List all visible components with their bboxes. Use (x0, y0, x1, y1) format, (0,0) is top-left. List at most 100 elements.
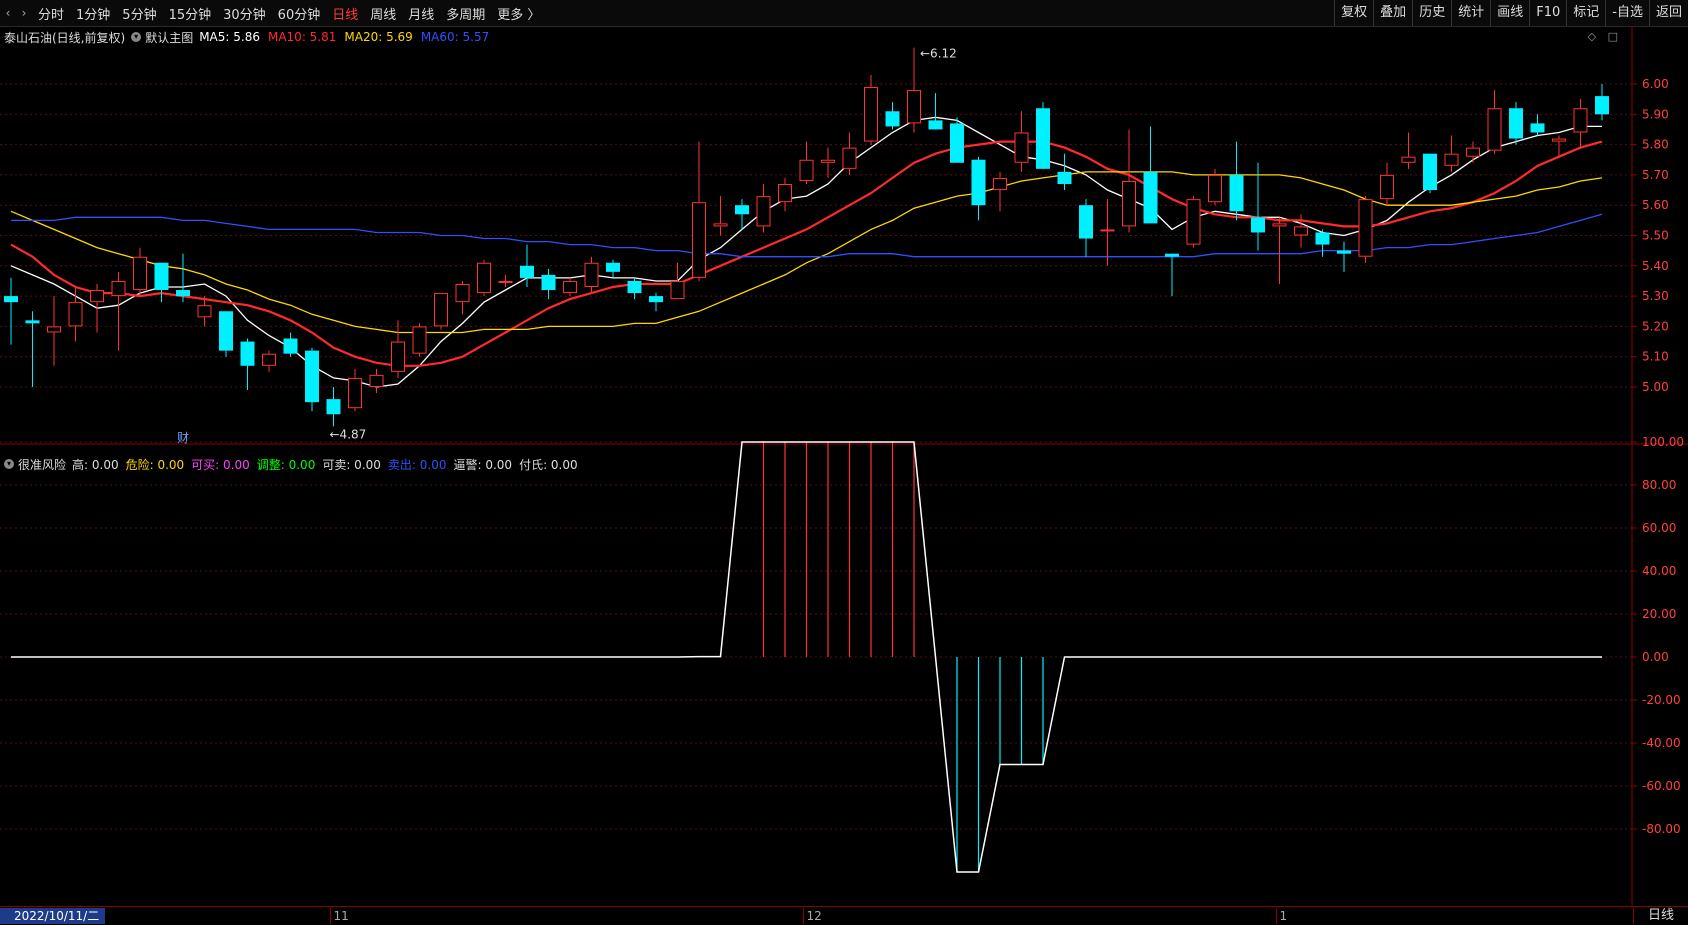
toolbar-button-7[interactable]: -自选 (1605, 0, 1649, 26)
period-tabs: ‹ › 分时 1分钟 5分钟 15分钟 30分钟 60分钟 日线 周线 月线 多周期 更多 〉 (0, 0, 546, 26)
toolbar-button-2[interactable]: 历史 (1412, 0, 1451, 26)
candle-body (1036, 108, 1050, 169)
indicator-tick-label: 80.00 (1642, 478, 1676, 492)
chevron-right-icon[interactable]: › (16, 6, 32, 20)
candle (1530, 114, 1545, 136)
time-axis: 2022/10/11/二 11 12 1 日线 (0, 906, 1688, 925)
indicator-grid (0, 441, 1632, 830)
candle (219, 311, 233, 357)
candle-body (262, 353, 276, 366)
candle (1036, 102, 1050, 169)
toolbar-button-8[interactable]: 返回 (1648, 0, 1688, 26)
candle-body (1552, 138, 1566, 142)
price-tick-label: 5.90 (1642, 107, 1669, 121)
candle-body (133, 256, 147, 291)
candle (1337, 241, 1351, 272)
month-tick-label: 1 (1275, 908, 1287, 924)
candle-body (305, 350, 319, 403)
candle (1014, 111, 1029, 172)
candle (369, 368, 384, 394)
tab-period-10[interactable]: 更多 〉 (491, 4, 546, 23)
candle (950, 117, 964, 163)
indicator-tick-label: 100.00 (1642, 435, 1684, 449)
candle (1100, 199, 1115, 266)
cursor-date: 2022/10/11/二 (0, 908, 106, 924)
candle (391, 320, 405, 378)
price-tick-label: 5.40 (1642, 259, 1669, 273)
candle-body (176, 290, 190, 297)
tab-period-7[interactable]: 周线 (364, 4, 402, 23)
candle-body (756, 196, 771, 227)
candle (1315, 229, 1330, 257)
candle (864, 74, 878, 145)
candle (1229, 141, 1244, 221)
tab-period-3[interactable]: 15分钟 (163, 4, 218, 23)
candle-body (326, 399, 341, 415)
toolbar-button-5[interactable]: F10 (1529, 0, 1566, 26)
toolbar-button-1[interactable]: 叠加 (1373, 0, 1412, 26)
candle (4, 277, 18, 345)
tab-period-8[interactable]: 月线 (402, 4, 440, 23)
toolbar-button-0[interactable]: 复权 (1334, 0, 1373, 26)
candle (1509, 102, 1523, 145)
candle-body (1487, 108, 1502, 151)
finance-marker-icon: 财 (177, 431, 189, 445)
candle (1143, 126, 1158, 224)
toolbar-button-3[interactable]: 统计 (1451, 0, 1490, 26)
candle (606, 259, 620, 278)
candle (928, 93, 943, 130)
tab-period-5[interactable]: 60分钟 (272, 4, 327, 23)
tab-period-9[interactable]: 多周期 (440, 4, 491, 23)
indicator-tick-label: -80.00 (1642, 822, 1681, 836)
candle (412, 323, 427, 357)
candle (907, 47, 921, 133)
stock-chart[interactable]: 6.00 5.90 5.80 5.70 5.60 5.50 5.40 5.30 5.20 5.10… (0, 26, 1688, 906)
candle-body (1122, 180, 1136, 227)
candle-body (885, 111, 900, 127)
candle (713, 196, 728, 236)
candle-body (907, 90, 921, 124)
price-tick-label: 5.30 (1642, 289, 1669, 303)
tab-period-1[interactable]: 1分钟 (70, 4, 116, 23)
period-label[interactable]: 日线 (1633, 908, 1688, 924)
candle-body (1380, 174, 1394, 200)
candle-body (950, 123, 964, 163)
chevron-left-icon[interactable]: ‹ (0, 6, 16, 20)
candle (47, 296, 61, 366)
candle-body (606, 262, 620, 272)
candle-body (799, 159, 814, 181)
candle (176, 253, 190, 303)
candle-body (1208, 174, 1222, 203)
candle (692, 141, 706, 281)
tab-period-2[interactable]: 5分钟 (116, 4, 162, 23)
candle (842, 132, 857, 175)
toolbar-button-6[interactable]: 标记 (1566, 0, 1605, 26)
candle-body (928, 120, 943, 130)
candle (885, 102, 900, 130)
candle-body (627, 280, 642, 294)
month-tick-label: 12 (802, 908, 822, 924)
candle (326, 387, 341, 427)
candle-body (391, 341, 405, 372)
candle-body (25, 320, 40, 324)
tab-period-0[interactable]: 分时 (32, 4, 70, 23)
candle-body (90, 290, 104, 303)
candle-body (670, 280, 685, 300)
candle-body (1057, 171, 1072, 184)
toolbar-button-4[interactable]: 画线 (1490, 0, 1529, 26)
tab-period-4[interactable]: 30分钟 (217, 4, 272, 23)
price-axis: 6.00 5.90 5.80 5.70 5.60 5.50 5.40 5.30 5.20 5.10… (1632, 77, 1669, 394)
price-tick-label: 5.80 (1642, 138, 1669, 152)
candle-body (1229, 174, 1244, 212)
candle-body (1272, 223, 1287, 227)
candle-body (1014, 132, 1029, 163)
candle-body (1423, 153, 1437, 191)
candle (778, 177, 792, 212)
candle (1079, 199, 1093, 257)
candle-body (1466, 147, 1480, 157)
indicator-tick-label: 0.00 (1642, 650, 1669, 664)
tab-period-6[interactable]: 日线 (326, 4, 364, 23)
candle-body (1315, 232, 1330, 245)
candle-body (4, 296, 18, 303)
candle (821, 147, 835, 178)
